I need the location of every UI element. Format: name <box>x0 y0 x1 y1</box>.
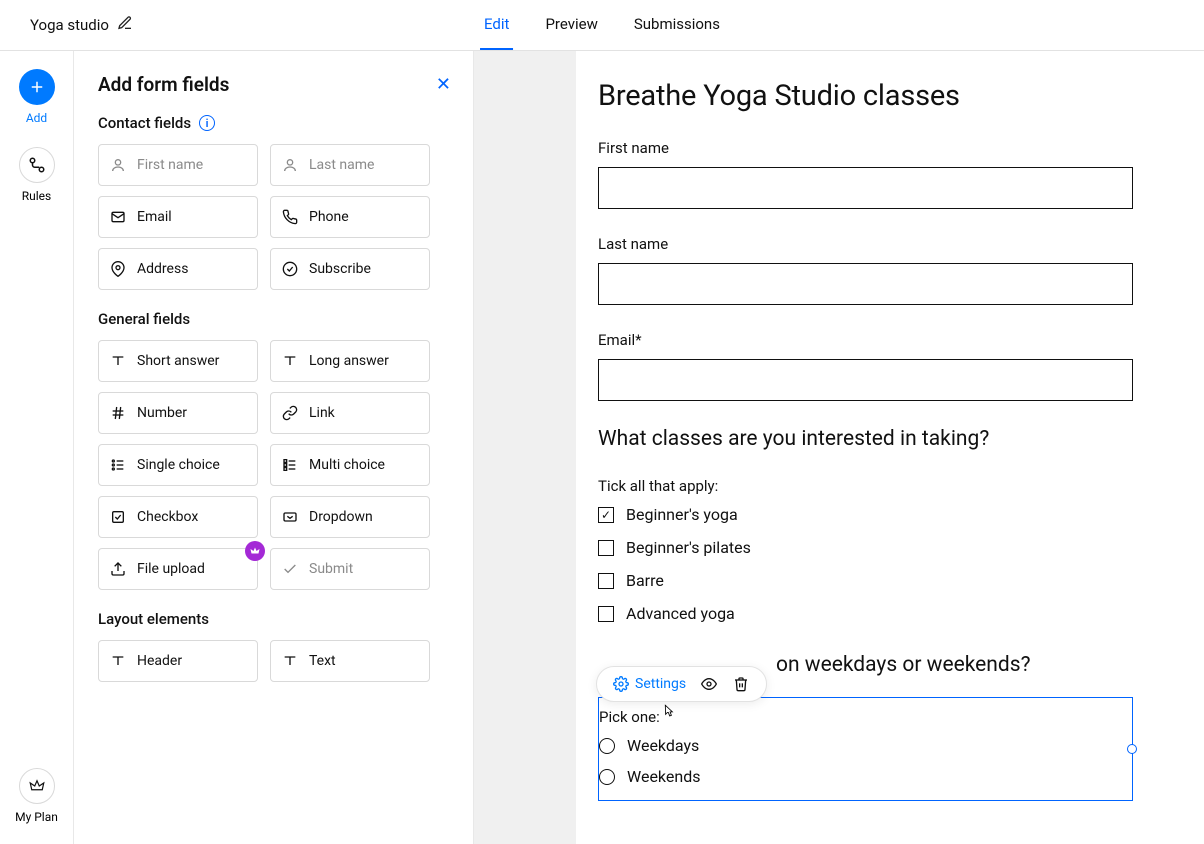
person-icon <box>109 157 127 173</box>
delete-button[interactable] <box>732 675 750 693</box>
checkbox-icon[interactable] <box>598 606 614 622</box>
opt-weekdays[interactable]: Weekdays <box>599 736 1132 755</box>
multilist-icon <box>281 457 299 473</box>
close-panel-button[interactable]: ✕ <box>436 74 467 95</box>
field-file-upload[interactable]: File upload <box>98 548 258 590</box>
check-circle-icon <box>281 261 299 277</box>
opt-beginners-yoga[interactable]: Beginner's yoga <box>598 505 1176 524</box>
field-last-name[interactable]: Last name <box>270 144 430 186</box>
tab-submissions[interactable]: Submissions <box>630 0 724 50</box>
opt-weekends[interactable]: Weekends <box>599 767 1132 786</box>
opt-barre[interactable]: Barre <box>598 571 1176 590</box>
label-first-name: First name <box>598 139 1176 157</box>
input-last-name[interactable] <box>598 263 1133 305</box>
view-tabs: Edit Preview Submissions <box>480 0 724 50</box>
info-icon[interactable]: i <box>199 115 215 131</box>
checkbox-caption: Tick all that apply: <box>598 477 1176 495</box>
field-link[interactable]: Link <box>270 392 430 434</box>
opt-beginners-pilates[interactable]: Beginner's pilates <box>598 538 1176 557</box>
radio-icon[interactable] <box>599 738 615 754</box>
checkbox-icon[interactable] <box>598 540 614 556</box>
selected-radio-group[interactable]: Pick one: Weekdays Weekends <box>598 697 1133 801</box>
fields-panel: Add form fields ✕ Contact fields i First… <box>74 51 474 844</box>
field-phone[interactable]: Phone <box>270 196 430 238</box>
field-single-choice[interactable]: Single choice <box>98 444 258 486</box>
my-plan-label: My Plan <box>15 810 58 824</box>
tab-edit[interactable]: Edit <box>480 0 513 50</box>
field-short-answer[interactable]: Short answer <box>98 340 258 382</box>
premium-badge-icon <box>245 541 265 561</box>
add-button[interactable] <box>19 69 55 105</box>
visibility-button[interactable] <box>700 675 718 693</box>
field-multi-choice[interactable]: Multi choice <box>270 444 430 486</box>
label-email: Email* <box>598 331 1176 349</box>
text-icon <box>109 353 127 369</box>
text-icon <box>281 353 299 369</box>
checkbox-icon[interactable] <box>598 573 614 589</box>
question-classes-heading[interactable]: What classes are you interested in takin… <box>598 427 1176 451</box>
dropdown-icon <box>281 509 299 525</box>
link-icon <box>281 405 299 421</box>
element-toolbar: Settings <box>596 666 767 702</box>
field-dropdown[interactable]: Dropdown <box>270 496 430 538</box>
checkbox-icon[interactable] <box>598 507 614 523</box>
field-address[interactable]: Address <box>98 248 258 290</box>
hash-icon <box>109 405 127 421</box>
settings-button[interactable]: Settings <box>613 676 686 692</box>
tab-preview[interactable]: Preview <box>541 0 601 50</box>
layout-header[interactable]: Header <box>98 640 258 682</box>
app-header: Yoga studio Edit Preview Submissions <box>0 0 1204 51</box>
left-rail: Add Rules My Plan <box>0 51 74 844</box>
rules-label: Rules <box>22 189 51 203</box>
field-first-name[interactable]: First name <box>98 144 258 186</box>
header-icon <box>109 653 127 669</box>
rules-button[interactable] <box>19 147 55 183</box>
add-label: Add <box>26 111 47 125</box>
layout-elements-label: Layout elements <box>98 610 209 628</box>
radio-icon[interactable] <box>599 769 615 785</box>
location-icon <box>109 261 127 277</box>
field-number[interactable]: Number <box>98 392 258 434</box>
label-last-name: Last name <box>598 235 1176 253</box>
my-plan-button[interactable] <box>19 768 55 804</box>
panel-title: Add form fields <box>98 73 229 96</box>
canvas-gap <box>474 51 576 844</box>
radio-caption: Pick one: <box>599 708 1132 726</box>
edit-title-icon[interactable] <box>117 15 133 35</box>
opt-advanced-yoga[interactable]: Advanced yoga <box>598 604 1176 623</box>
field-checkbox[interactable]: Checkbox <box>98 496 258 538</box>
field-subscribe[interactable]: Subscribe <box>270 248 430 290</box>
input-email[interactable] <box>598 359 1133 401</box>
email-icon <box>109 209 127 225</box>
phone-icon <box>281 209 299 225</box>
field-submit[interactable]: Submit <box>270 548 430 590</box>
upload-icon <box>109 561 127 577</box>
question-days-heading-tail[interactable]: on weekdays or weekends? <box>776 653 1176 677</box>
layout-text[interactable]: Text <box>270 640 430 682</box>
check-icon <box>281 561 299 577</box>
checkbox-icon <box>109 509 127 525</box>
input-first-name[interactable] <box>598 167 1133 209</box>
checkbox-options: Beginner's yoga Beginner's pilates Barre… <box>598 505 1176 623</box>
general-fields-label: General fields <box>98 310 190 328</box>
page-title: Yoga studio <box>30 16 109 34</box>
field-email[interactable]: Email <box>98 196 258 238</box>
form-title[interactable]: Breathe Yoga Studio classes <box>598 79 1176 113</box>
form-canvas[interactable]: Breathe Yoga Studio classes First name L… <box>576 51 1204 844</box>
list-icon <box>109 457 127 473</box>
contact-fields-label: Contact fields <box>98 114 191 132</box>
person-icon <box>281 157 299 173</box>
text-icon <box>281 653 299 669</box>
field-long-answer[interactable]: Long answer <box>270 340 430 382</box>
